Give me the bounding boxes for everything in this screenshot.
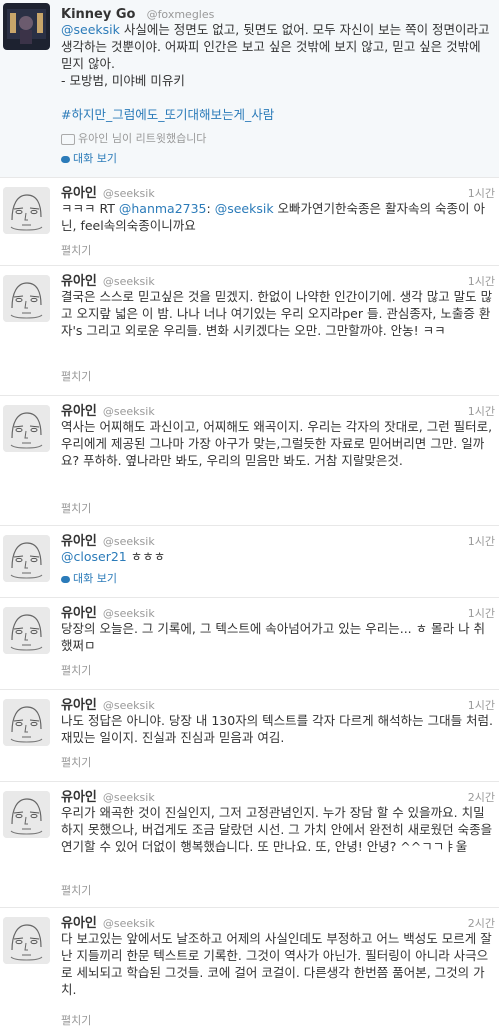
speech-bubble-icon	[61, 155, 70, 163]
expand-link[interactable]: 펼치기	[61, 1012, 91, 1028]
tweet-item[interactable]: 유아인 @seeksik 1시간 @closer21 ㅎㅎㅎ 대화 보기	[0, 526, 499, 598]
avatar[interactable]	[3, 275, 50, 322]
retweet-indicator: 유아인 님이 리트윗했습니다	[61, 131, 206, 147]
avatar[interactable]	[3, 607, 50, 654]
tweet-text: ㅋㅋㅋ RT @hanma2735: @seeksik 오빠가연기한숙종은 활자…	[61, 201, 485, 233]
tweet-author-handle[interactable]: @foxmegles	[147, 8, 215, 21]
expand-link[interactable]: 펼치기	[61, 662, 91, 678]
tweet-item[interactable]: 유아인 @seeksik 1시간 결국은 스스로 믿고싶은 것을 믿겠지. 한없이…	[0, 266, 499, 396]
tweet-timestamp[interactable]: 1시간	[468, 605, 495, 621]
tweet-author-name[interactable]: 유아인	[61, 186, 97, 201]
expand-link[interactable]: 펼치기	[61, 754, 91, 770]
tweet-item[interactable]: Kinney Go @foxmegles @seeksik 사실에는 정면도 없…	[0, 0, 499, 178]
tweet-item[interactable]: 유아인 @seeksik 1시간 ㅋㅋㅋ RT @hanma2735: @seek…	[0, 178, 499, 266]
view-conversation-link[interactable]: 대화 보기	[61, 150, 117, 166]
avatar[interactable]	[3, 187, 50, 234]
expand-link[interactable]: 펼치기	[61, 500, 91, 516]
expand-link[interactable]: 펼치기	[61, 368, 91, 384]
tweet-item[interactable]: 유아인 @seeksik 1시간 나도 정답은 아니야. 당장 내 130자의 텍…	[0, 690, 499, 782]
tweet-text: 나도 정답은 아니야. 당장 내 130자의 텍스트를 각자 다르게 해석하는 …	[61, 713, 494, 745]
avatar[interactable]	[3, 535, 50, 582]
tweet-timestamp[interactable]: 1시간	[468, 697, 495, 713]
tweet-item[interactable]: 유아인 @seeksik 2시간 우리가 왜곡한 것이 진실인지, 그저 고정관념…	[0, 782, 499, 908]
tweet-text: 다 보고있는 앞에서도 날조하고 어제의 사실인데도 부정하고 어느 백성도 모…	[61, 931, 492, 997]
avatar[interactable]	[3, 3, 50, 50]
retweet-icon	[61, 133, 75, 145]
tweet-author-name[interactable]: 유아인	[61, 790, 97, 805]
tweet-timeline: Kinney Go @foxmegles @seeksik 사실에는 정면도 없…	[0, 0, 499, 1029]
expand-link[interactable]: 펼치기	[61, 882, 91, 898]
expand-link[interactable]: 펼치기	[61, 242, 91, 258]
retweet-label: 유아인 님이 리트윗했습니다	[78, 132, 207, 145]
tweet-item[interactable]: 유아인 @seeksik 2시간 다 보고있는 앞에서도 날조하고 어제의 사실인…	[0, 908, 499, 1029]
tweet-author-name[interactable]: 유아인	[61, 534, 97, 549]
tweet-author-handle[interactable]: @seeksik	[103, 187, 155, 200]
tweet-author-name[interactable]: 유아인	[61, 698, 97, 713]
tweet-author-name[interactable]: 유아인	[61, 404, 97, 419]
tweet-item[interactable]: 유아인 @seeksik 1시간 당장의 오늘은. 그 기록에, 그 텍스트에 속…	[0, 598, 499, 690]
view-conversation-label: 대화 보기	[73, 152, 117, 165]
tweet-author-handle[interactable]: @seeksik	[103, 607, 155, 620]
tweet-author-name[interactable]: 유아인	[61, 606, 97, 621]
tweet-timestamp[interactable]: 1시간	[468, 185, 495, 201]
tweet-timestamp[interactable]: 2시간	[468, 789, 495, 805]
tweet-text: 결국은 스스로 믿고싶은 것을 믿겠지. 한없이 나약한 인간이기에. 생각 많…	[61, 289, 493, 338]
tweet-author-handle[interactable]: @seeksik	[103, 405, 155, 418]
tweet-item[interactable]: 유아인 @seeksik 1시간 역사는 어찌해도 과신이고, 어찌해도 왜곡이지…	[0, 396, 499, 526]
avatar[interactable]	[3, 405, 50, 452]
tweet-text: @closer21 ㅎㅎㅎ	[61, 549, 166, 564]
tweet-author-name[interactable]: 유아인	[61, 916, 97, 931]
tweet-timestamp[interactable]: 1시간	[468, 403, 495, 419]
tweet-author-name[interactable]: Kinney Go	[61, 7, 135, 22]
view-conversation-link[interactable]: 대화 보기	[61, 570, 117, 586]
tweet-author-handle[interactable]: @seeksik	[103, 917, 155, 930]
tweet-timestamp[interactable]: 1시간	[468, 273, 495, 289]
tweet-author-handle[interactable]: @seeksik	[103, 699, 155, 712]
tweet-text: 우리가 왜곡한 것이 진실인지, 그저 고정관념인지. 누가 장담 할 수 있을…	[61, 805, 493, 854]
tweet-text: @seeksik 사실에는 정면도 없고, 뒷면도 없어. 모두 자신이 보는 …	[61, 22, 490, 122]
tweet-author-handle[interactable]: @seeksik	[103, 535, 155, 548]
avatar[interactable]	[3, 917, 50, 964]
speech-bubble-icon	[61, 575, 70, 583]
tweet-text: 당장의 오늘은. 그 기록에, 그 텍스트에 속아넘어가고 있는 우리는... …	[61, 621, 486, 653]
tweet-author-handle[interactable]: @seeksik	[103, 791, 155, 804]
tweet-timestamp[interactable]: 2시간	[468, 915, 495, 931]
view-conversation-label: 대화 보기	[73, 572, 117, 585]
tweet-timestamp[interactable]: 1시간	[468, 533, 495, 549]
avatar[interactable]	[3, 699, 50, 746]
tweet-text: 역사는 어찌해도 과신이고, 어찌해도 왜곡이지. 우리는 각자의 잣대로, 그…	[61, 419, 493, 468]
tweet-author-name[interactable]: 유아인	[61, 274, 97, 289]
tweet-author-handle[interactable]: @seeksik	[103, 275, 155, 288]
avatar[interactable]	[3, 791, 50, 838]
